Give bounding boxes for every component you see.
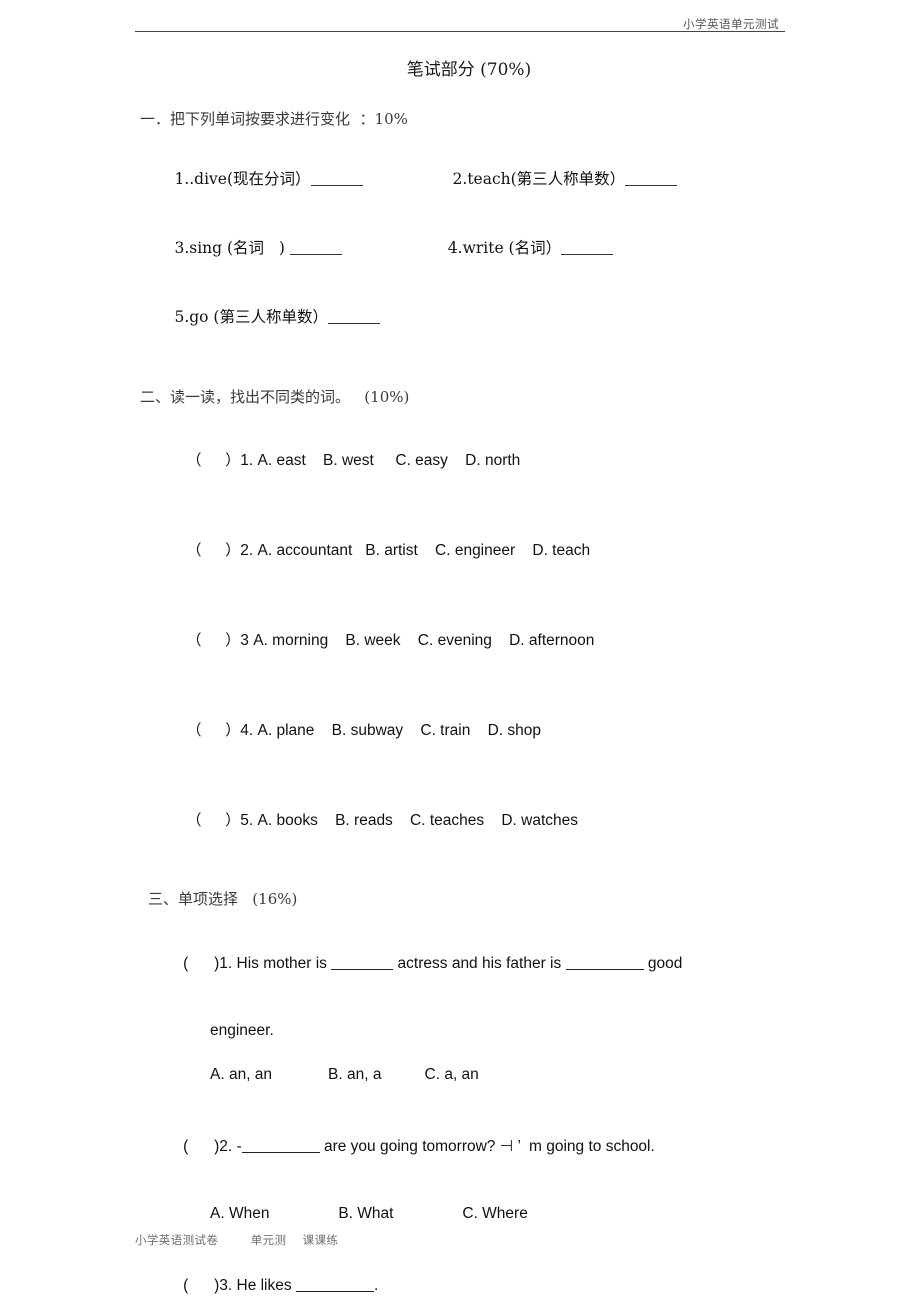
- stem-text: -: [232, 1138, 242, 1155]
- section-3-heading: 三、单项选择 (16%): [148, 890, 298, 908]
- answer-bracket[interactable]: （ ）: [186, 811, 240, 829]
- answer-bracket[interactable]: ( ): [183, 1277, 219, 1294]
- answer-bracket[interactable]: ( ): [183, 1138, 219, 1155]
- question-block: ( )3. He likes . A. painting B. paints C…: [140, 1251, 920, 1303]
- answer-blank[interactable]: [565, 956, 644, 970]
- question-options: A. morning B. week C. evening D. afterno…: [253, 632, 595, 649]
- answer-bracket[interactable]: （ ）: [186, 451, 240, 469]
- stem-text: good: [643, 955, 683, 972]
- header-title: 小学英语单元测试: [683, 17, 779, 31]
- question-number: 2.: [219, 1138, 233, 1155]
- word-row: 1..dive(现在分词） 2.teach(第三人称单数）: [140, 145, 920, 214]
- question-block: ( )2. - are you going tomorrow? ⊣ ’ m go…: [140, 1112, 920, 1225]
- stem-text: .: [373, 1277, 379, 1294]
- question-number: 2.: [240, 542, 254, 559]
- question-options: A. accountant B. artist C. engineer D. t…: [257, 542, 591, 559]
- question-number: 1.: [240, 452, 254, 469]
- page-footer: 小学英语测试卷 单元测 课课练: [135, 1233, 339, 1247]
- stem-text: His mother is: [232, 955, 332, 972]
- question-row: （ ）1. A. east B. west C. easy D. north: [152, 427, 920, 494]
- answer-blank[interactable]: [310, 172, 363, 186]
- word-row: 3.sing (名词 ) 4.write (名词）: [140, 214, 920, 283]
- question-options: A. an, an B. an, a C. a, an: [210, 1066, 479, 1083]
- question-number: 3: [240, 632, 249, 649]
- header-divider: [135, 31, 785, 32]
- stem-text: are you going tomorrow? ⊣ ’ m going to s…: [319, 1138, 655, 1155]
- answer-blank[interactable]: [331, 956, 394, 970]
- answer-bracket[interactable]: ( ): [183, 955, 219, 972]
- answer-blank[interactable]: [295, 1278, 374, 1292]
- answer-blank[interactable]: [327, 310, 380, 324]
- section-2-heading: 二、读一读，找出不同类的词。 (10%): [140, 388, 410, 406]
- stem-text: He likes: [232, 1277, 296, 1294]
- question-options: A. When B. What C. Where: [210, 1205, 528, 1222]
- word-item-2: 2.teach(第三人称单数）: [452, 170, 626, 188]
- exam-content: 笔试部分 (70%) 一．把下列单词按要求进行变化 ：10% 1..dive(现…: [0, 55, 920, 1303]
- word-item-5: 5.go (第三人称单数）: [174, 308, 328, 326]
- exam-page: 小学英语单元测试 笔试部分 (70%) 一．把下列单词按要求进行变化 ：10% …: [0, 0, 920, 1303]
- page-header: 小学英语单元测试: [0, 16, 920, 44]
- page-title: 笔试部分 (70%): [406, 60, 532, 80]
- question-row: （ ）4. A. plane B. subway C. train D. sho…: [152, 697, 920, 764]
- answer-blank[interactable]: [241, 1139, 320, 1153]
- question-stem: ( )2. - are you going tomorrow? ⊣ ’ m go…: [140, 1112, 920, 1181]
- word-item-4: 4.write (名词）: [447, 239, 562, 257]
- question-stem-continued: engineer.: [210, 1022, 274, 1039]
- word-row: 5.go (第三人称单数）: [140, 283, 920, 352]
- answer-bracket[interactable]: （ ）: [186, 631, 240, 649]
- question-stem: ( )3. He likes .: [140, 1251, 920, 1303]
- word-item-1: 1..dive(现在分词）: [174, 170, 311, 188]
- question-options: A. books B. reads C. teaches D. watches: [257, 812, 579, 829]
- question-number: 3.: [219, 1277, 233, 1294]
- answer-bracket[interactable]: （ ）: [186, 541, 240, 559]
- answer-blank[interactable]: [289, 241, 342, 255]
- stem-text: actress and his father is: [393, 955, 566, 972]
- question-options: A. east B. west C. easy D. north: [257, 452, 521, 469]
- answer-blank[interactable]: [561, 241, 614, 255]
- question-block: ( )1. His mother is actress and his fath…: [140, 929, 920, 1086]
- question-row: （ ）5. A. books B. reads C. teaches D. wa…: [152, 787, 920, 854]
- question-number: 4.: [240, 722, 254, 739]
- question-stem: ( )1. His mother is actress and his fath…: [140, 929, 920, 998]
- answer-blank[interactable]: [625, 172, 678, 186]
- word-item-3: 3.sing (名词 ): [174, 239, 290, 257]
- section-1-heading: 一．把下列单词按要求进行变化 ：10%: [140, 110, 408, 128]
- question-number: 1.: [219, 955, 233, 972]
- question-row: （ ）2. A. accountant B. artist C. enginee…: [152, 517, 920, 584]
- question-options: A. plane B. subway C. train D. shop: [257, 722, 541, 739]
- section-1-items: 1..dive(现在分词） 2.teach(第三人称单数） 3.sing (名词 …: [0, 145, 920, 352]
- question-number: 5.: [240, 812, 254, 829]
- question-row: （ ）3 A. morning B. week C. evening D. af…: [152, 607, 920, 674]
- section-2-questions: （ ）1. A. east B. west C. easy D. north （…: [0, 427, 920, 854]
- answer-bracket[interactable]: （ ）: [186, 721, 240, 739]
